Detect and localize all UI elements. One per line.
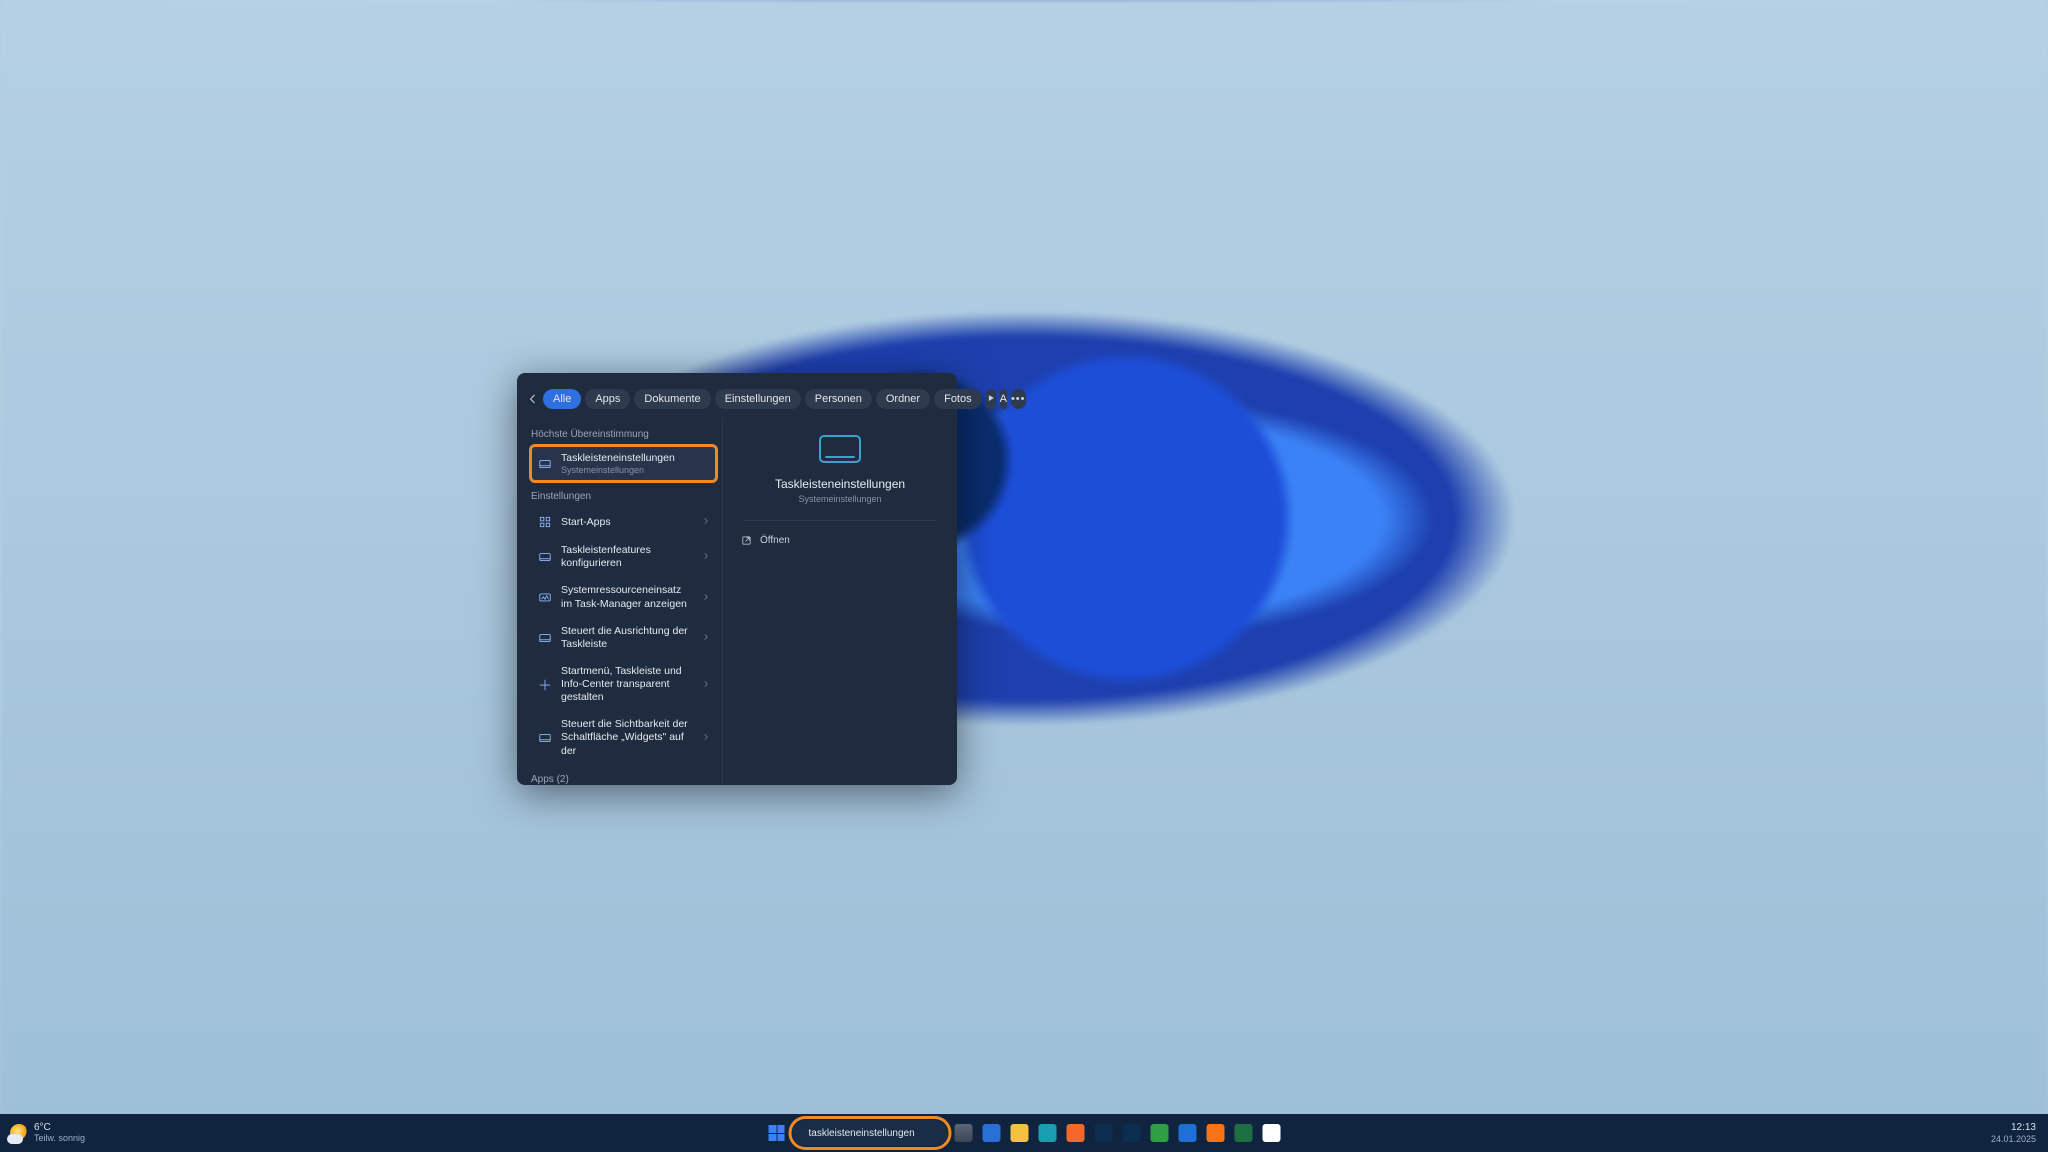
- weather-icon: [10, 1124, 28, 1142]
- app-edge[interactable]: [1036, 1121, 1060, 1145]
- app-store[interactable]: [980, 1121, 1004, 1145]
- tab-fotos[interactable]: Fotos: [934, 389, 982, 409]
- clock-date: 24.01.2025: [1991, 1134, 2036, 1144]
- result-widgets-visibility[interactable]: Steuert die Sichtbarkeit der Schaltfläch…: [531, 712, 716, 763]
- edge-icon: [1039, 1124, 1057, 1142]
- folder-icon: [1011, 1124, 1029, 1142]
- start-button[interactable]: [765, 1121, 789, 1145]
- tab-font[interactable]: A: [1000, 389, 1007, 409]
- search-input[interactable]: [809, 1128, 941, 1139]
- sparkle-icon: [537, 677, 553, 693]
- tabs-more[interactable]: •••: [1011, 389, 1026, 409]
- section-best-match: Höchste Übereinstimmung: [531, 429, 716, 440]
- desktop-wallpaper: [0, 0, 2048, 1152]
- search-tabs: Alle Apps Dokumente Einstellungen Person…: [517, 381, 957, 417]
- chrome-icon: [1263, 1124, 1281, 1142]
- tab-dokumente[interactable]: Dokumente: [634, 389, 710, 409]
- taskbar-icon: [537, 456, 553, 472]
- lrc-icon: [1123, 1124, 1141, 1142]
- taskbar-center: [765, 1114, 1284, 1152]
- app-security[interactable]: [1148, 1121, 1172, 1145]
- app-firefox[interactable]: [1064, 1121, 1088, 1145]
- shield-icon: [1151, 1124, 1169, 1142]
- firefox-icon: [1067, 1124, 1085, 1142]
- result-taskbar-features[interactable]: Taskleistenfeatures konfigurieren: [531, 538, 716, 576]
- result-task-manager-resources[interactable]: Systemressourceneinsatz im Task-Manager …: [531, 578, 716, 616]
- tab-apps[interactable]: Apps: [585, 389, 630, 409]
- results-left-pane: Höchste Übereinstimmung Taskleisteneinst…: [517, 417, 722, 785]
- store-icon: [983, 1124, 1001, 1142]
- preview-pane: Taskleisteneinstellungen Systemeinstellu…: [722, 417, 957, 785]
- chevron-right-icon: [702, 551, 710, 563]
- result-title: Systemressourceneinsatz im Task-Manager …: [561, 584, 694, 610]
- windows-logo-icon: [769, 1125, 785, 1141]
- monitor-icon: [537, 590, 553, 606]
- taskview-icon: [955, 1124, 973, 1142]
- taskbar-search[interactable]: [793, 1120, 948, 1146]
- app-photoshop[interactable]: [1092, 1121, 1116, 1145]
- result-title: Taskleistenfeatures konfigurieren: [561, 544, 694, 570]
- mail-icon: [1179, 1124, 1197, 1142]
- task-view-button[interactable]: [952, 1121, 976, 1145]
- taskbar-icon: [537, 549, 553, 565]
- section-apps: Apps (2): [531, 774, 716, 785]
- chevron-right-icon: [702, 679, 710, 691]
- section-settings: Einstellungen: [531, 491, 716, 502]
- taskbar-icon: [537, 630, 553, 646]
- preview-title: Taskleisteneinstellungen: [775, 477, 905, 491]
- grid-icon: [537, 514, 553, 530]
- chevron-right-icon: [702, 632, 710, 644]
- tabs-overflow-next[interactable]: [986, 389, 996, 410]
- tab-einstellungen[interactable]: Einstellungen: [715, 389, 801, 409]
- app-mail[interactable]: [1176, 1121, 1200, 1145]
- result-title: Steuert die Ausrichtung der Taskleiste: [561, 625, 694, 651]
- play-icon: [986, 393, 996, 403]
- open-icon: [741, 535, 752, 546]
- divider: [744, 520, 937, 521]
- tab-alle[interactable]: Alle: [543, 389, 581, 409]
- back-button[interactable]: [527, 387, 539, 411]
- excel-icon: [1235, 1124, 1253, 1142]
- open-action[interactable]: Öffnen: [733, 531, 947, 550]
- taskbar-large-icon: [819, 435, 861, 463]
- result-title: Start-Apps: [561, 516, 694, 529]
- taskbar-icon: [537, 730, 553, 746]
- result-title: Startmenü, Taskleiste und Info-Center tr…: [561, 665, 694, 704]
- app-explorer[interactable]: [1008, 1121, 1032, 1145]
- weather-temp: 6°C: [34, 1123, 85, 1134]
- app-firefox-dev[interactable]: [1204, 1121, 1228, 1145]
- app-excel[interactable]: [1232, 1121, 1256, 1145]
- arrow-left-icon: [527, 393, 539, 405]
- result-title: Steuert die Sichtbarkeit der Schaltfläch…: [561, 718, 694, 757]
- result-title: Taskleisteneinstellungen: [561, 452, 710, 465]
- result-subtitle: Systemeinstellungen: [561, 465, 710, 475]
- chevron-right-icon: [702, 592, 710, 604]
- app-chrome[interactable]: [1260, 1121, 1284, 1145]
- chevron-right-icon: [702, 516, 710, 528]
- result-taskbar-alignment[interactable]: Steuert die Ausrichtung der Taskleiste: [531, 619, 716, 657]
- app-lightroom[interactable]: [1120, 1121, 1144, 1145]
- tab-ordner[interactable]: Ordner: [876, 389, 930, 409]
- result-best-match[interactable]: Taskleisteneinstellungen Systemeinstellu…: [531, 446, 716, 481]
- taskbar: 6°C Teilw. sonnig 12:13 24.01.2025: [0, 1114, 2048, 1152]
- result-start-apps[interactable]: Start-Apps: [531, 508, 716, 536]
- system-clock[interactable]: 12:13 24.01.2025: [1979, 1122, 2048, 1144]
- preview-subtitle: Systemeinstellungen: [798, 494, 881, 504]
- search-flyout: Alle Apps Dokumente Einstellungen Person…: [517, 373, 957, 785]
- ps-icon: [1095, 1124, 1113, 1142]
- weather-widget[interactable]: 6°C Teilw. sonnig: [0, 1123, 95, 1143]
- weather-desc: Teilw. sonnig: [34, 1134, 85, 1143]
- tab-personen[interactable]: Personen: [805, 389, 872, 409]
- firefox-dev-icon: [1207, 1124, 1225, 1142]
- chevron-right-icon: [702, 732, 710, 744]
- clock-time: 12:13: [1991, 1122, 2036, 1134]
- result-transparency[interactable]: Startmenü, Taskleiste und Info-Center tr…: [531, 659, 716, 710]
- open-label: Öffnen: [760, 535, 790, 546]
